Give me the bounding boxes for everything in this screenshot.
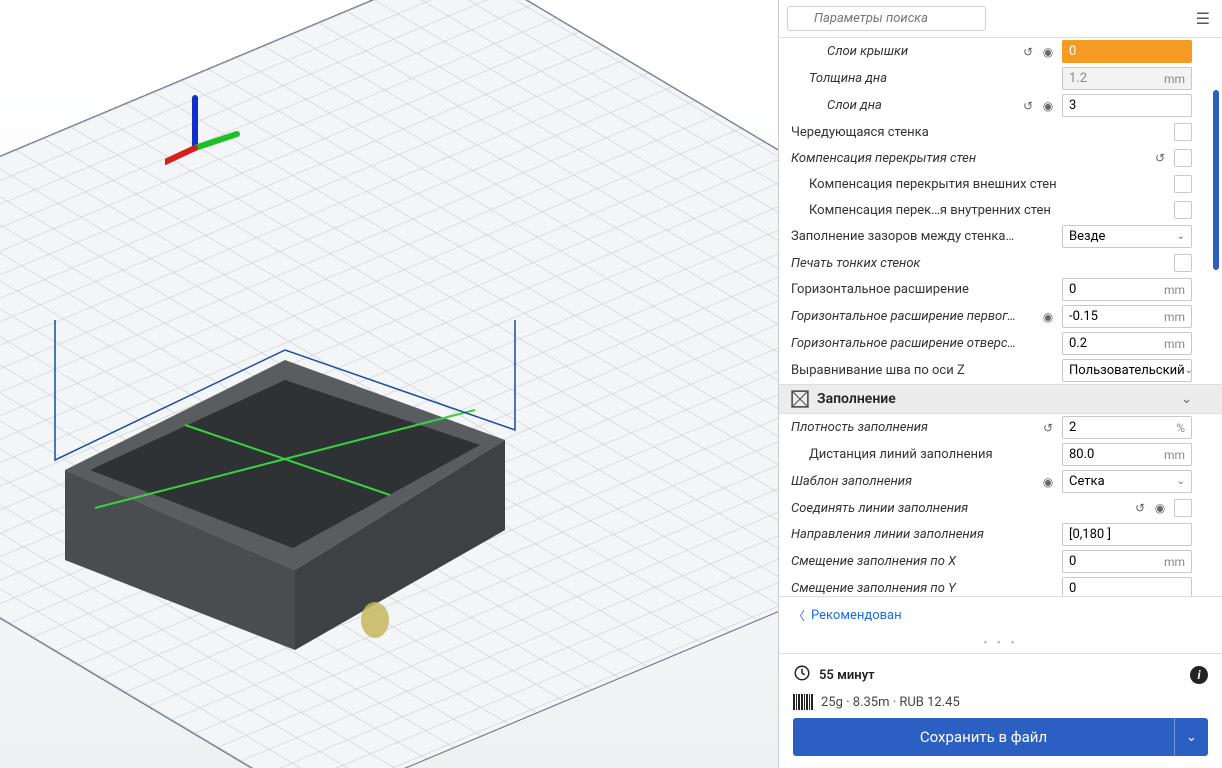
infill-density-input[interactable]: % [1062, 416, 1192, 439]
setting-fill-gaps-label: Заполнение зазоров между стенками [791, 229, 1016, 244]
setting-bottom-layers-label: Слои дна [791, 98, 1016, 113]
model-preview[interactable] [35, 320, 555, 740]
setting-bottom-thickness-label: Толщина дна [791, 71, 1016, 86]
search-input[interactable] [787, 6, 986, 31]
save-to-file-button[interactable]: Сохранить в файл [793, 718, 1174, 756]
chevron-down-icon: ⌄ [1186, 730, 1197, 745]
setting-hole-horiz-label: Горизонтальное расширение отверстия [791, 336, 1016, 351]
print-time: 55 минут [819, 668, 875, 683]
inner-wall-overlap-checkbox[interactable] [1174, 201, 1192, 219]
setting-infill-pattern-label: Шаблон заполнения [791, 474, 1016, 489]
material-summary: 25g · 8.35m · RUB 12.45 [821, 695, 960, 710]
seam-align-select[interactable]: Пользовательский⌄ [1062, 359, 1192, 382]
setting-infill-line-dist-label: Дистанция линий заполнения [791, 447, 1016, 462]
recommended-button[interactable]: 〈 Рекомендован [779, 596, 1222, 634]
chevron-down-icon: ⌄ [1177, 231, 1185, 242]
save-dropdown[interactable]: ⌄ [1174, 718, 1208, 756]
infill-dir-input[interactable] [1062, 523, 1192, 546]
link-icon[interactable]: ◉ [1040, 474, 1056, 490]
infill-offset-y-input[interactable] [1062, 577, 1192, 596]
infill-pattern-select[interactable]: Сетка⌄ [1062, 470, 1192, 493]
chevron-down-icon: ⌄ [1185, 365, 1193, 376]
setting-horiz-exp-label: Горизонтальное расширение [791, 282, 1016, 297]
setting-print-thin-walls-label: Печать тонких стенок [791, 256, 1128, 271]
top-layers-input[interactable] [1062, 40, 1192, 63]
setting-seam-align-label: Выравнивание шва по оси Z [791, 363, 1016, 378]
alternating-wall-checkbox[interactable] [1174, 123, 1192, 141]
infill-icon [791, 390, 809, 408]
first-layer-horiz-input[interactable]: mm [1062, 305, 1192, 328]
settings-panel: 🔍 ☰ Слои крышки ↺ ◉ Толщина дна mm Слои … [778, 0, 1222, 768]
outer-wall-overlap-checkbox[interactable] [1174, 175, 1192, 193]
clock-icon [793, 664, 811, 686]
setting-infill-offset-y-label: Смещение заполнения по Y [791, 581, 1016, 596]
scroll-indicator[interactable] [1213, 90, 1219, 270]
chevron-down-icon: ⌄ [1181, 392, 1192, 407]
chevron-down-icon: ⌄ [1177, 476, 1185, 487]
reset-icon[interactable]: ↺ [1132, 500, 1148, 516]
print-summary-card: 55 минут i 25g · 8.35m · RUB 12.45 Сохра… [779, 653, 1222, 768]
reset-icon[interactable]: ↺ [1020, 44, 1036, 60]
setting-wall-overlap-label: Компенсация перекрытия стен [791, 151, 1128, 166]
wall-overlap-checkbox[interactable] [1174, 149, 1192, 167]
link-icon[interactable]: ◉ [1040, 44, 1056, 60]
reset-icon[interactable]: ↺ [1020, 98, 1036, 114]
horiz-exp-input[interactable]: mm [1062, 278, 1192, 301]
bottom-thickness-input[interactable]: mm [1062, 67, 1192, 90]
setting-connect-infill-label: Соединять линии заполнения [791, 501, 1128, 516]
infill-line-dist-input[interactable]: mm [1062, 443, 1192, 466]
drag-handle[interactable]: • • • [779, 634, 1222, 653]
settings-menu-icon[interactable]: ☰ [1192, 9, 1214, 28]
setting-outer-wall-overlap-label: Компенсация перекрытия внешних стен [791, 177, 1128, 192]
link-icon[interactable]: ◉ [1040, 309, 1056, 325]
link-icon[interactable]: ◉ [1152, 500, 1168, 516]
material-icon [793, 694, 813, 710]
connect-infill-checkbox[interactable] [1174, 499, 1192, 517]
setting-infill-offset-x-label: Смещение заполнения по X [791, 554, 1016, 569]
viewport-3d[interactable] [0, 0, 778, 768]
print-thin-walls-checkbox[interactable] [1174, 254, 1192, 272]
setting-inner-wall-overlap-label: Компенсация перек…я внутренних стен [791, 203, 1128, 218]
fill-gaps-select[interactable]: Везде⌄ [1062, 225, 1192, 248]
hole-horiz-input[interactable]: mm [1062, 332, 1192, 355]
setting-alternating-wall-label: Чередующаяся стенка [791, 125, 1128, 140]
reset-icon[interactable]: ↺ [1040, 420, 1056, 436]
link-icon[interactable]: ◉ [1040, 98, 1056, 114]
infill-offset-x-input[interactable]: mm [1062, 550, 1192, 573]
setting-infill-dir-label: Направления линии заполнения [791, 527, 1016, 542]
settings-list[interactable]: Слои крышки ↺ ◉ Толщина дна mm Слои дна … [779, 38, 1222, 596]
section-infill[interactable]: Заполнение ⌄ [779, 384, 1222, 414]
reset-icon[interactable]: ↺ [1152, 150, 1168, 166]
setting-first-layer-horiz-label: Горизонтальное расширение первого слоя [791, 309, 1016, 324]
info-icon[interactable]: i [1190, 666, 1208, 684]
setting-infill-density-label: Плотность заполнения [791, 420, 1016, 435]
chevron-left-icon: 〈 [793, 607, 805, 624]
setting-top-layers-label: Слои крышки [791, 44, 1016, 59]
bottom-layers-input[interactable] [1062, 94, 1192, 117]
